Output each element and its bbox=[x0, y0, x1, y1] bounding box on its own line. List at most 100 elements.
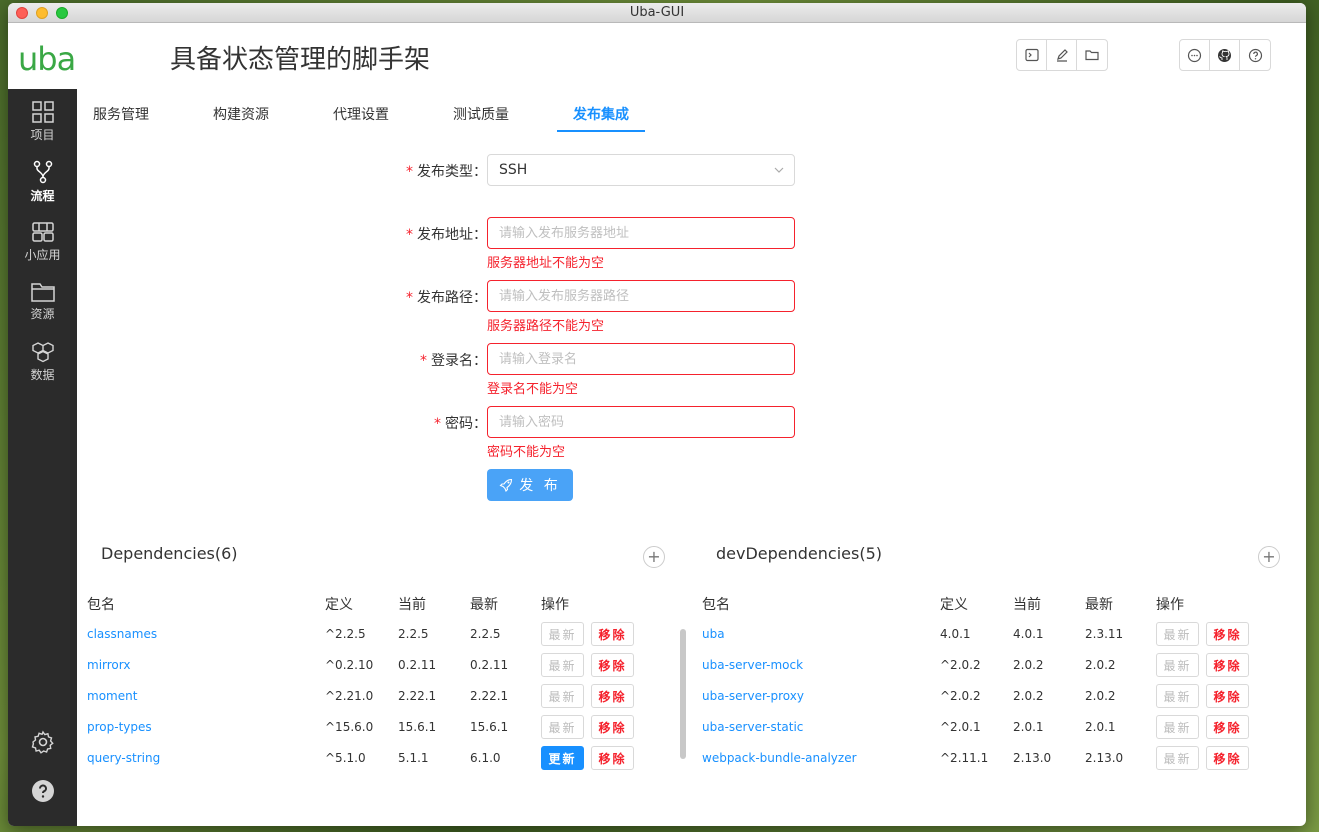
close-window-button[interactable] bbox=[16, 7, 28, 19]
package-latest: 6.1.0 bbox=[470, 751, 501, 765]
minimize-window-button[interactable] bbox=[36, 7, 48, 19]
latest-button[interactable]: 最新 bbox=[541, 653, 584, 677]
package-name-link[interactable]: moment bbox=[87, 689, 137, 703]
sidebar-item-label: 流程 bbox=[30, 189, 55, 203]
package-latest: 15.6.1 bbox=[470, 720, 509, 734]
package-name-link[interactable]: prop-types bbox=[87, 720, 152, 734]
edit-icon bbox=[1056, 49, 1068, 62]
latest-button[interactable]: 最新 bbox=[1156, 653, 1199, 677]
package-cur: 4.0.1 bbox=[1013, 627, 1044, 641]
sidebar-item-apps[interactable]: 小应用 bbox=[8, 212, 77, 272]
help-button[interactable] bbox=[1240, 40, 1270, 70]
remove-button[interactable]: 移除 bbox=[1206, 653, 1249, 677]
package-latest: 2.0.2 bbox=[1085, 689, 1116, 703]
tab-service[interactable]: 服务管理 bbox=[93, 104, 149, 124]
package-name-link[interactable]: query-string bbox=[87, 751, 160, 765]
sidebar-item-data[interactable]: 数据 bbox=[8, 332, 77, 392]
branch-icon bbox=[33, 160, 52, 184]
chat-icon bbox=[1187, 48, 1202, 62]
tab-test[interactable]: 测试质量 bbox=[453, 104, 509, 124]
publish-address-input[interactable] bbox=[499, 219, 783, 248]
publish-type-select[interactable]: SSH bbox=[487, 154, 795, 186]
latest-button[interactable]: 最新 bbox=[541, 684, 584, 708]
package-name-link[interactable]: uba-server-static bbox=[702, 720, 803, 734]
terminal-icon bbox=[1024, 48, 1039, 62]
open-folder-button[interactable] bbox=[1077, 40, 1107, 70]
github-button[interactable] bbox=[1210, 40, 1240, 70]
package-name-link[interactable]: webpack-bundle-analyzer bbox=[702, 751, 857, 765]
active-tab-indicator bbox=[557, 130, 645, 132]
title-bar: Uba-GUI bbox=[8, 3, 1306, 23]
latest-button[interactable]: 最新 bbox=[541, 715, 584, 739]
remove-button[interactable]: 移除 bbox=[1206, 622, 1249, 646]
package-def: ^2.11.1 bbox=[940, 751, 989, 765]
tab-proxy[interactable]: 代理设置 bbox=[333, 104, 389, 124]
help-icon bbox=[31, 780, 54, 802]
window-title: Uba-GUI bbox=[629, 5, 685, 20]
latest-button[interactable]: 最新 bbox=[1156, 622, 1199, 646]
edit-button[interactable] bbox=[1047, 40, 1077, 70]
username-input[interactable] bbox=[499, 345, 783, 374]
column-header: 定义 bbox=[325, 597, 353, 613]
publish-type-value: SSH bbox=[499, 162, 528, 178]
package-latest: 2.13.0 bbox=[1085, 751, 1124, 765]
form-label-address: * 发布地址： bbox=[406, 227, 487, 243]
password-input[interactable] bbox=[499, 408, 783, 437]
remove-button[interactable]: 移除 bbox=[591, 622, 634, 646]
tab-publish[interactable]: 发布集成 bbox=[573, 104, 629, 124]
add-dependency-button[interactable]: + bbox=[643, 546, 665, 568]
app-logo[interactable]: uba bbox=[18, 40, 76, 78]
password-field[interactable] bbox=[487, 406, 795, 438]
plus-icon: + bbox=[1262, 547, 1276, 566]
column-header: 定义 bbox=[940, 597, 968, 613]
latest-button[interactable]: 最新 bbox=[1156, 715, 1199, 739]
chat-button[interactable] bbox=[1180, 40, 1210, 70]
maximize-window-button[interactable] bbox=[56, 7, 68, 19]
remove-button[interactable]: 移除 bbox=[591, 715, 634, 739]
package-name-link[interactable]: uba-server-proxy bbox=[702, 689, 804, 703]
username-field[interactable] bbox=[487, 343, 795, 375]
package-name-link[interactable]: mirrorx bbox=[87, 658, 130, 672]
package-cur: 2.0.2 bbox=[1013, 658, 1044, 672]
remove-button[interactable]: 移除 bbox=[591, 684, 634, 708]
latest-button[interactable]: 最新 bbox=[541, 622, 584, 646]
package-def: ^2.0.2 bbox=[940, 689, 981, 703]
update-button[interactable]: 更新 bbox=[541, 746, 584, 770]
column-header: 操作 bbox=[1156, 597, 1184, 613]
sidebar-item-flow[interactable]: 流程 bbox=[8, 152, 77, 212]
package-name-link[interactable]: classnames bbox=[87, 627, 157, 641]
password-error: 密码不能为空 bbox=[487, 445, 566, 460]
help-sidebar-button[interactable] bbox=[8, 779, 77, 803]
dependencies-scrollbar[interactable] bbox=[680, 629, 686, 759]
package-name-link[interactable]: uba bbox=[702, 627, 725, 641]
terminal-button[interactable] bbox=[1017, 40, 1047, 70]
tab-build[interactable]: 构建资源 bbox=[213, 104, 269, 124]
package-name-link[interactable]: uba-server-mock bbox=[702, 658, 803, 672]
publish-button[interactable]: 发 布 bbox=[487, 469, 573, 501]
publish-button-label: 发 布 bbox=[519, 478, 561, 494]
remove-button[interactable]: 移除 bbox=[1206, 684, 1249, 708]
latest-button[interactable]: 最新 bbox=[1156, 684, 1199, 708]
publish-address-field[interactable] bbox=[487, 217, 795, 249]
publish-path-input[interactable] bbox=[499, 282, 783, 311]
package-cur: 2.13.0 bbox=[1013, 751, 1052, 765]
toolbar-left-group bbox=[1016, 39, 1108, 71]
app-window: Uba-GUI uba 具备状态管理的脚手架 项目 流程 小应用 资源 数据 服… bbox=[8, 3, 1306, 826]
remove-button[interactable]: 移除 bbox=[591, 746, 634, 770]
column-header: 当前 bbox=[1013, 597, 1041, 613]
remove-button[interactable]: 移除 bbox=[591, 653, 634, 677]
sidebar-item-label: 项目 bbox=[30, 128, 55, 142]
remove-button[interactable]: 移除 bbox=[1206, 746, 1249, 770]
github-icon bbox=[1218, 48, 1231, 62]
settings-button[interactable] bbox=[8, 730, 77, 754]
package-latest: 2.3.11 bbox=[1085, 627, 1124, 641]
sidebar-item-project[interactable]: 项目 bbox=[8, 92, 77, 152]
plus-icon: + bbox=[647, 547, 661, 566]
add-dev-dependency-button[interactable]: + bbox=[1258, 546, 1280, 568]
column-header: 包名 bbox=[87, 597, 115, 613]
remove-button[interactable]: 移除 bbox=[1206, 715, 1249, 739]
sidebar-item-resources[interactable]: 资源 bbox=[8, 272, 77, 332]
latest-button[interactable]: 最新 bbox=[1156, 746, 1199, 770]
publish-path-field[interactable] bbox=[487, 280, 795, 312]
column-header: 包名 bbox=[702, 597, 730, 613]
